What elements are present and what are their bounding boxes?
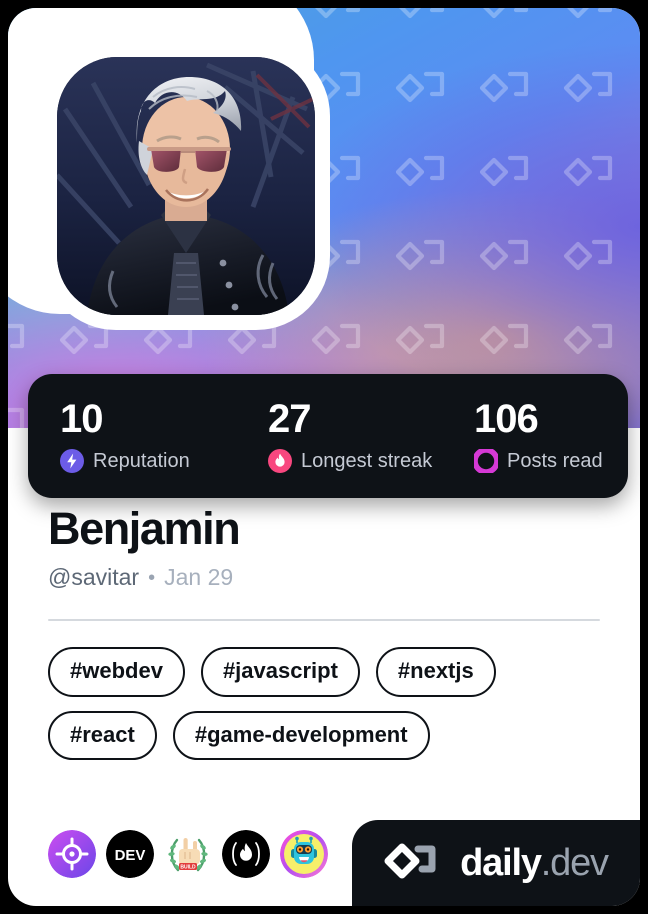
- robot-badge-icon[interactable]: [280, 830, 328, 878]
- stat-label: Reputation: [93, 449, 190, 472]
- flame-badge-icon[interactable]: [222, 830, 270, 878]
- brand-tld: .dev: [540, 842, 609, 884]
- brand-badge[interactable]: daily.dev: [352, 820, 640, 906]
- dev-badge-label: DEV: [115, 847, 146, 864]
- bolt-icon: [60, 449, 84, 473]
- profile-handle: @savitar: [48, 564, 140, 591]
- tag-chip[interactable]: #webdev: [48, 647, 185, 697]
- tag-chip[interactable]: #javascript: [200, 647, 360, 697]
- profile-body: Benjamin @savitar • Jan 29 #webdev #java…: [8, 503, 640, 760]
- stat-value: 106: [474, 397, 539, 441]
- stat-value: 27: [268, 397, 312, 441]
- stat-value: 10: [60, 397, 104, 441]
- separator-dot: •: [148, 566, 156, 589]
- joined-date: Jan 29: [164, 564, 234, 591]
- daily-dev-logo-icon: [384, 843, 436, 879]
- divider: [48, 619, 600, 622]
- target-badge-icon[interactable]: [48, 830, 96, 878]
- brand-name: daily: [460, 842, 542, 884]
- page-title: Benjamin: [48, 503, 241, 554]
- tag-chip[interactable]: #game-development: [172, 710, 430, 760]
- stats-bar: 10 Reputation 27 Longest streak 106 Post…: [28, 374, 628, 498]
- stat-label: Longest streak: [301, 449, 433, 472]
- tag-chip[interactable]: #nextjs: [375, 647, 496, 697]
- avatar[interactable]: [42, 42, 330, 330]
- profile-subtitle: @savitar • Jan 29: [48, 564, 600, 591]
- stat-longest-streak: 27 Longest streak: [236, 399, 442, 473]
- tag-list: #webdev #javascript #nextjs #react #game…: [48, 647, 600, 760]
- stat-posts-read: 106 Posts read: [442, 399, 628, 473]
- laurel-badge-icon[interactable]: BUILD: [164, 830, 212, 878]
- ring-icon: [474, 449, 498, 473]
- svg-text:BUILD: BUILD: [180, 865, 196, 871]
- screenshot-root: 10 Reputation 27 Longest streak 106 Post…: [0, 0, 648, 914]
- tag-chip[interactable]: #react: [48, 710, 157, 760]
- card-footer: DEV BUILD daily.dev: [8, 810, 640, 906]
- stat-reputation: 10 Reputation: [28, 399, 236, 473]
- avatar-image: [57, 57, 315, 315]
- badge-list: DEV BUILD: [48, 830, 328, 878]
- dev-badge-icon[interactable]: DEV: [106, 830, 154, 878]
- brand-text: daily.dev: [460, 842, 609, 884]
- flame-icon: [268, 449, 292, 473]
- stat-label: Posts read: [507, 449, 603, 472]
- devcard[interactable]: 10 Reputation 27 Longest streak 106 Post…: [8, 8, 640, 906]
